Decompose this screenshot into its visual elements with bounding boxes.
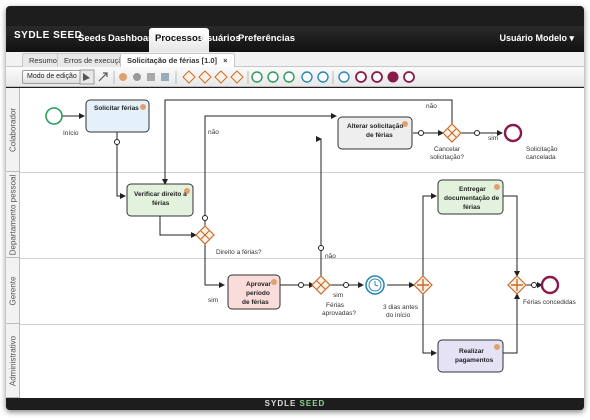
gateway-label: Direito a férias? [216,249,262,256]
task-label-line1: Alterar solicitação [347,123,403,130]
end-event-label: Férias concedidas [523,299,576,306]
flow-label-sim: sim [208,297,218,304]
flow-label-nao: não [208,129,219,136]
nav-item-preferencias[interactable]: Preferências [232,28,301,50]
timer-intermediate-tool-icon[interactable] [317,71,329,83]
terminate-end-tool-icon[interactable] [387,71,399,83]
script-task-tool-icon[interactable] [147,73,155,81]
process-canvas[interactable]: Colaborador Departamento pessoal Gerente… [6,88,584,398]
timer-start-tool-icon[interactable] [283,71,295,83]
connector-tool-icon[interactable] [98,72,108,82]
task-realizar-pagamentos[interactable] [437,339,504,373]
end-event-tool-icon[interactable] [355,71,367,83]
service-task-tool-icon[interactable] [133,73,141,81]
message-end-tool-icon[interactable] [371,71,383,83]
app-window: SYDLE SEED Seeds Dashboard Processos Usu… [6,6,584,410]
toolbar-icons [79,69,415,85]
end-event-label-line1: Solicitação [526,146,558,153]
task-label-line1: Realizar [459,348,484,355]
gateway-cancelar-solicitacao[interactable] [442,123,462,143]
task-label: Solicitar férias [94,105,139,112]
task-label-line2: documentação de [444,195,500,202]
task-label-line2: período [246,290,270,297]
task-label-line1: Aprovar [246,281,271,288]
timer-label-line1: 3 dias antes [383,304,419,311]
timer-event[interactable] [365,275,385,295]
subprocess-tool-icon[interactable] [161,73,169,81]
parallel-gateway-split[interactable] [413,275,433,295]
gateway-label-line2: aprovadas? [322,310,356,317]
gateway-label-line1: Cancelar [434,146,461,153]
flow-label-nao: não [426,103,437,110]
message-intermediate-tool-icon[interactable] [338,71,350,83]
gateway-ferias-aprovadas[interactable] [311,275,331,295]
parallel-gateway-join[interactable] [507,275,527,295]
footer-brand: SYDLE SEED [6,399,584,408]
footer: SYDLE SEED [6,398,584,410]
close-tab-icon[interactable]: × [223,56,227,65]
task-label-line2: férias [152,200,170,207]
message-start-tool-icon[interactable] [267,71,279,83]
start-event[interactable] [45,107,63,125]
task-label-line1: Verificar direito a [134,191,187,198]
event-gateway-tool-icon[interactable] [230,70,244,84]
task-label-line3: de férias [242,299,269,306]
gateway-label-line2: solicitação? [430,154,464,161]
tab-solicitacao-ferias[interactable]: Solicitação de férias [1.0] × [120,53,235,67]
tab-label: Solicitação de férias [1.0] [127,56,218,65]
end-event-ferias-concedidas[interactable] [540,275,560,295]
start-event-tool-icon[interactable] [251,71,263,83]
flow-label-sim: sim [488,135,498,142]
intermediate-event-tool-icon[interactable] [301,71,313,83]
task-label-line2: pagamentos [455,357,494,364]
user-icon [271,279,277,285]
task-label-line1: Entregar [459,186,486,193]
user-icon [140,104,146,110]
user-menu[interactable]: Usuário Modelo ▾ [499,33,574,44]
bpmn-diagram: Início Solicitar férias Verificar direit… [45,99,576,373]
gateway-direito-ferias[interactable] [195,225,215,245]
start-event-label: Início [63,130,79,137]
user-task-tool-icon[interactable] [119,73,127,81]
task-label-line2: de férias [366,132,393,139]
exclusive-gateway-tool-icon[interactable] [182,70,196,84]
user-icon [494,344,500,350]
timer-label-line2: do início [386,312,411,319]
inclusive-gateway-tool-icon[interactable] [214,70,228,84]
parallel-gateway-tool-icon[interactable] [198,70,212,84]
flow-label-sim: sim [333,292,343,299]
sequence-flows [62,99,543,356]
footer-brand-seed: SEED [299,399,326,408]
user-icon [494,184,500,190]
gateway-label-line1: Férias [326,302,345,309]
end-event-label-line2: cancelada [526,154,556,161]
flow-label-nao: não [325,253,336,260]
end-event-cancelada[interactable] [503,123,523,143]
error-end-tool-icon[interactable] [403,71,415,83]
footer-brand-sydle: SYDLE [264,399,297,408]
task-label-line3: férias [463,204,481,211]
